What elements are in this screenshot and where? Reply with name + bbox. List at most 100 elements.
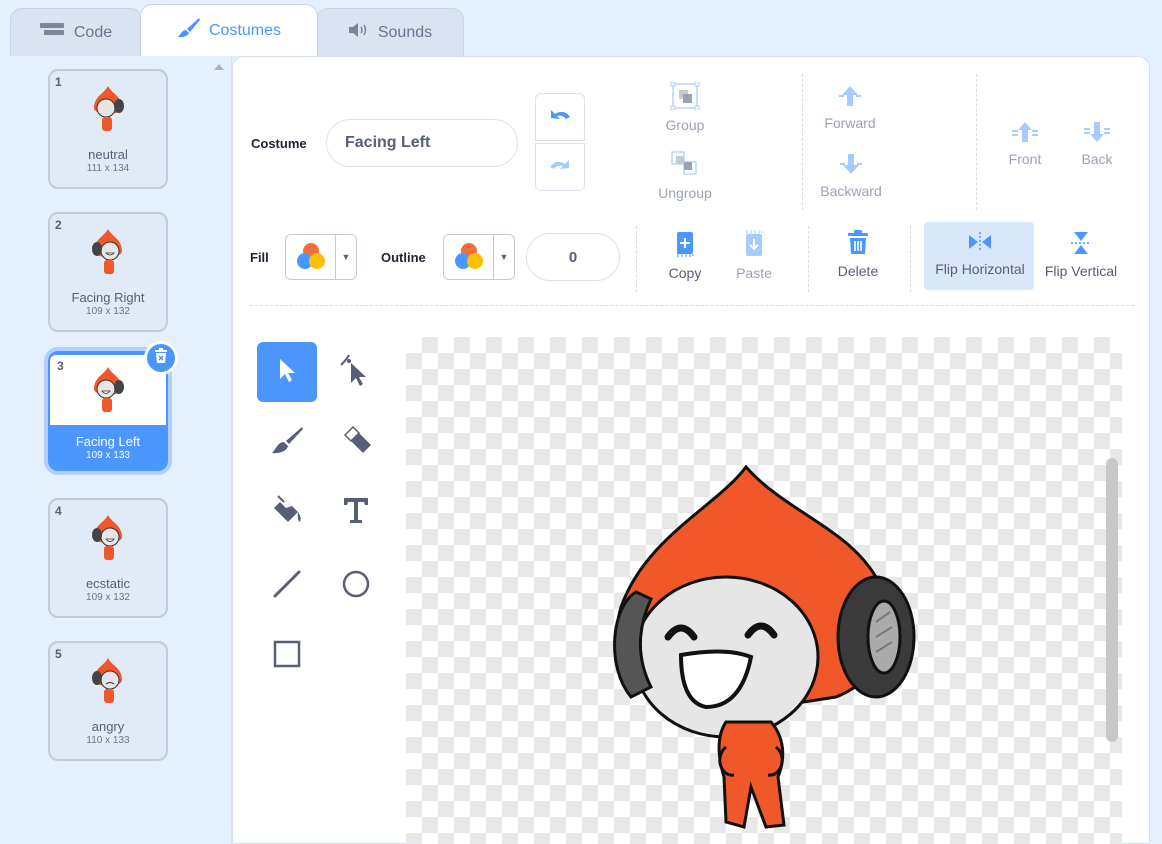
- front-label: Front: [1008, 151, 1042, 167]
- costume-size: 110 x 133: [86, 735, 130, 746]
- toolbar-divider: [636, 226, 637, 292]
- forward-button[interactable]: Forward: [820, 84, 880, 131]
- eraser-icon: [339, 425, 373, 460]
- costume-size: 109 x 133: [86, 450, 130, 461]
- costume-name: neutral: [88, 147, 128, 162]
- front-button[interactable]: Front: [1000, 120, 1050, 167]
- trash-icon: [154, 347, 168, 369]
- flip-vertical-icon: [1069, 230, 1093, 259]
- circle-icon: [341, 569, 371, 604]
- paste-label: Paste: [736, 265, 772, 281]
- costume-number: 5: [55, 647, 62, 661]
- copy-label: Copy: [668, 265, 702, 281]
- costume-name: angry: [91, 719, 125, 734]
- delete-costume-button[interactable]: [144, 341, 178, 375]
- fill-color-picker[interactable]: ▼: [285, 234, 357, 280]
- outline-label: Outline: [381, 250, 426, 265]
- fill-swatch: [286, 235, 336, 279]
- scroll-up-arrow-icon[interactable]: [214, 64, 224, 70]
- reshape-tool[interactable]: [326, 342, 386, 402]
- costume-item-2[interactable]: 2 Facing Right 109 x 132: [48, 212, 168, 332]
- tab-costumes-label: Costumes: [208, 21, 282, 39]
- reshape-cursor-icon: [339, 353, 373, 392]
- tab-code-label: Code: [73, 23, 113, 41]
- chevron-down-icon: ▼: [341, 252, 351, 262]
- costume-thumbnail: [78, 222, 138, 282]
- costume-thumbnail: [78, 651, 138, 711]
- group-icon: [670, 81, 700, 113]
- trash-icon: [846, 230, 870, 259]
- select-tool[interactable]: [257, 342, 317, 402]
- undo-button[interactable]: [535, 93, 585, 141]
- back-button[interactable]: Back: [1072, 120, 1122, 167]
- flip-vertical-button[interactable]: Flip Vertical: [1040, 230, 1122, 279]
- paste-button[interactable]: Paste: [729, 230, 779, 281]
- flip-horizontal-icon: [967, 230, 993, 257]
- canvas-scrollbar[interactable]: [1106, 458, 1118, 742]
- costume-item-3[interactable]: 3 Facing Left 109 x 133: [48, 341, 178, 471]
- copy-icon: [674, 230, 696, 261]
- rectangle-icon: [272, 639, 302, 674]
- tab-costumes[interactable]: Costumes: [140, 4, 318, 56]
- toolbar-divider: [910, 226, 911, 292]
- costume-item-1[interactable]: 1 neutral 111 x 134: [48, 69, 168, 189]
- chevron-down-icon: ▼: [499, 252, 509, 262]
- send-to-back-icon: [1084, 120, 1110, 147]
- outline-swatch: [444, 235, 494, 279]
- forward-label: Forward: [824, 115, 876, 131]
- backward-label: Backward: [820, 183, 882, 199]
- paint-bucket-icon: [270, 494, 304, 531]
- group-label: Group: [665, 117, 705, 133]
- costume-name-label: Costume: [251, 136, 307, 151]
- costume-thumbnail: [78, 79, 138, 139]
- back-label: Back: [1081, 151, 1113, 167]
- ungroup-button[interactable]: Ungroup: [655, 150, 715, 201]
- outline-width-input[interactable]: [526, 233, 620, 281]
- paste-icon: [743, 230, 765, 261]
- tab-sounds[interactable]: Sounds: [316, 8, 464, 56]
- backward-button[interactable]: Backward: [818, 152, 884, 199]
- costume-item-4[interactable]: 4 ecstatic 109 x 132: [48, 498, 168, 618]
- bring-to-front-icon: [1012, 120, 1038, 147]
- arrow-cursor-icon: [276, 357, 298, 388]
- editor-tabs: Code Costumes Sounds: [0, 0, 1162, 56]
- redo-icon: [549, 158, 571, 177]
- rectangle-tool[interactable]: [257, 626, 317, 686]
- costume-number: 3: [57, 359, 64, 373]
- toolbar-separator: [250, 305, 1134, 306]
- circle-tool[interactable]: [326, 556, 386, 616]
- toolbar-divider: [976, 74, 977, 210]
- paintbrush-icon: [177, 17, 201, 44]
- tab-sounds-label: Sounds: [377, 23, 433, 41]
- costume-number: 4: [55, 504, 62, 518]
- ungroup-label: Ungroup: [658, 185, 712, 201]
- group-button[interactable]: Group: [660, 81, 710, 133]
- flip-horizontal-label: Flip Horizontal: [935, 261, 1025, 277]
- costume-character-drawing: [613, 464, 916, 829]
- costume-name: Facing Right: [71, 290, 145, 305]
- eraser-tool[interactable]: [326, 412, 386, 472]
- flip-horizontal-button[interactable]: Flip Horizontal: [928, 230, 1032, 277]
- brush-tool[interactable]: [257, 412, 317, 472]
- costume-name-input[interactable]: [326, 119, 518, 167]
- costume-name: ecstatic: [85, 576, 131, 591]
- tab-code[interactable]: Code: [10, 8, 142, 56]
- arrow-up-icon: [838, 84, 862, 111]
- speaker-icon: [348, 22, 370, 43]
- costume-list-scrollbar[interactable]: [206, 56, 232, 844]
- costume-number: 2: [55, 218, 62, 232]
- fill-tool[interactable]: [257, 482, 317, 542]
- copy-button[interactable]: Copy: [660, 230, 710, 281]
- costume-thumbnail: [78, 508, 138, 568]
- costume-item-5[interactable]: 5 angry 110 x 133: [48, 641, 168, 761]
- costume-size: 109 x 132: [86, 592, 130, 603]
- text-tool[interactable]: [326, 482, 386, 542]
- line-tool[interactable]: [257, 556, 317, 616]
- delete-button[interactable]: Delete: [832, 230, 884, 279]
- redo-button[interactable]: [535, 143, 585, 191]
- costume-size: 111 x 134: [86, 163, 130, 174]
- paint-canvas[interactable]: [406, 337, 1122, 844]
- toolbar-divider: [802, 74, 803, 210]
- costume-name: Facing Left: [75, 434, 141, 449]
- outline-color-picker[interactable]: ▼: [443, 234, 515, 280]
